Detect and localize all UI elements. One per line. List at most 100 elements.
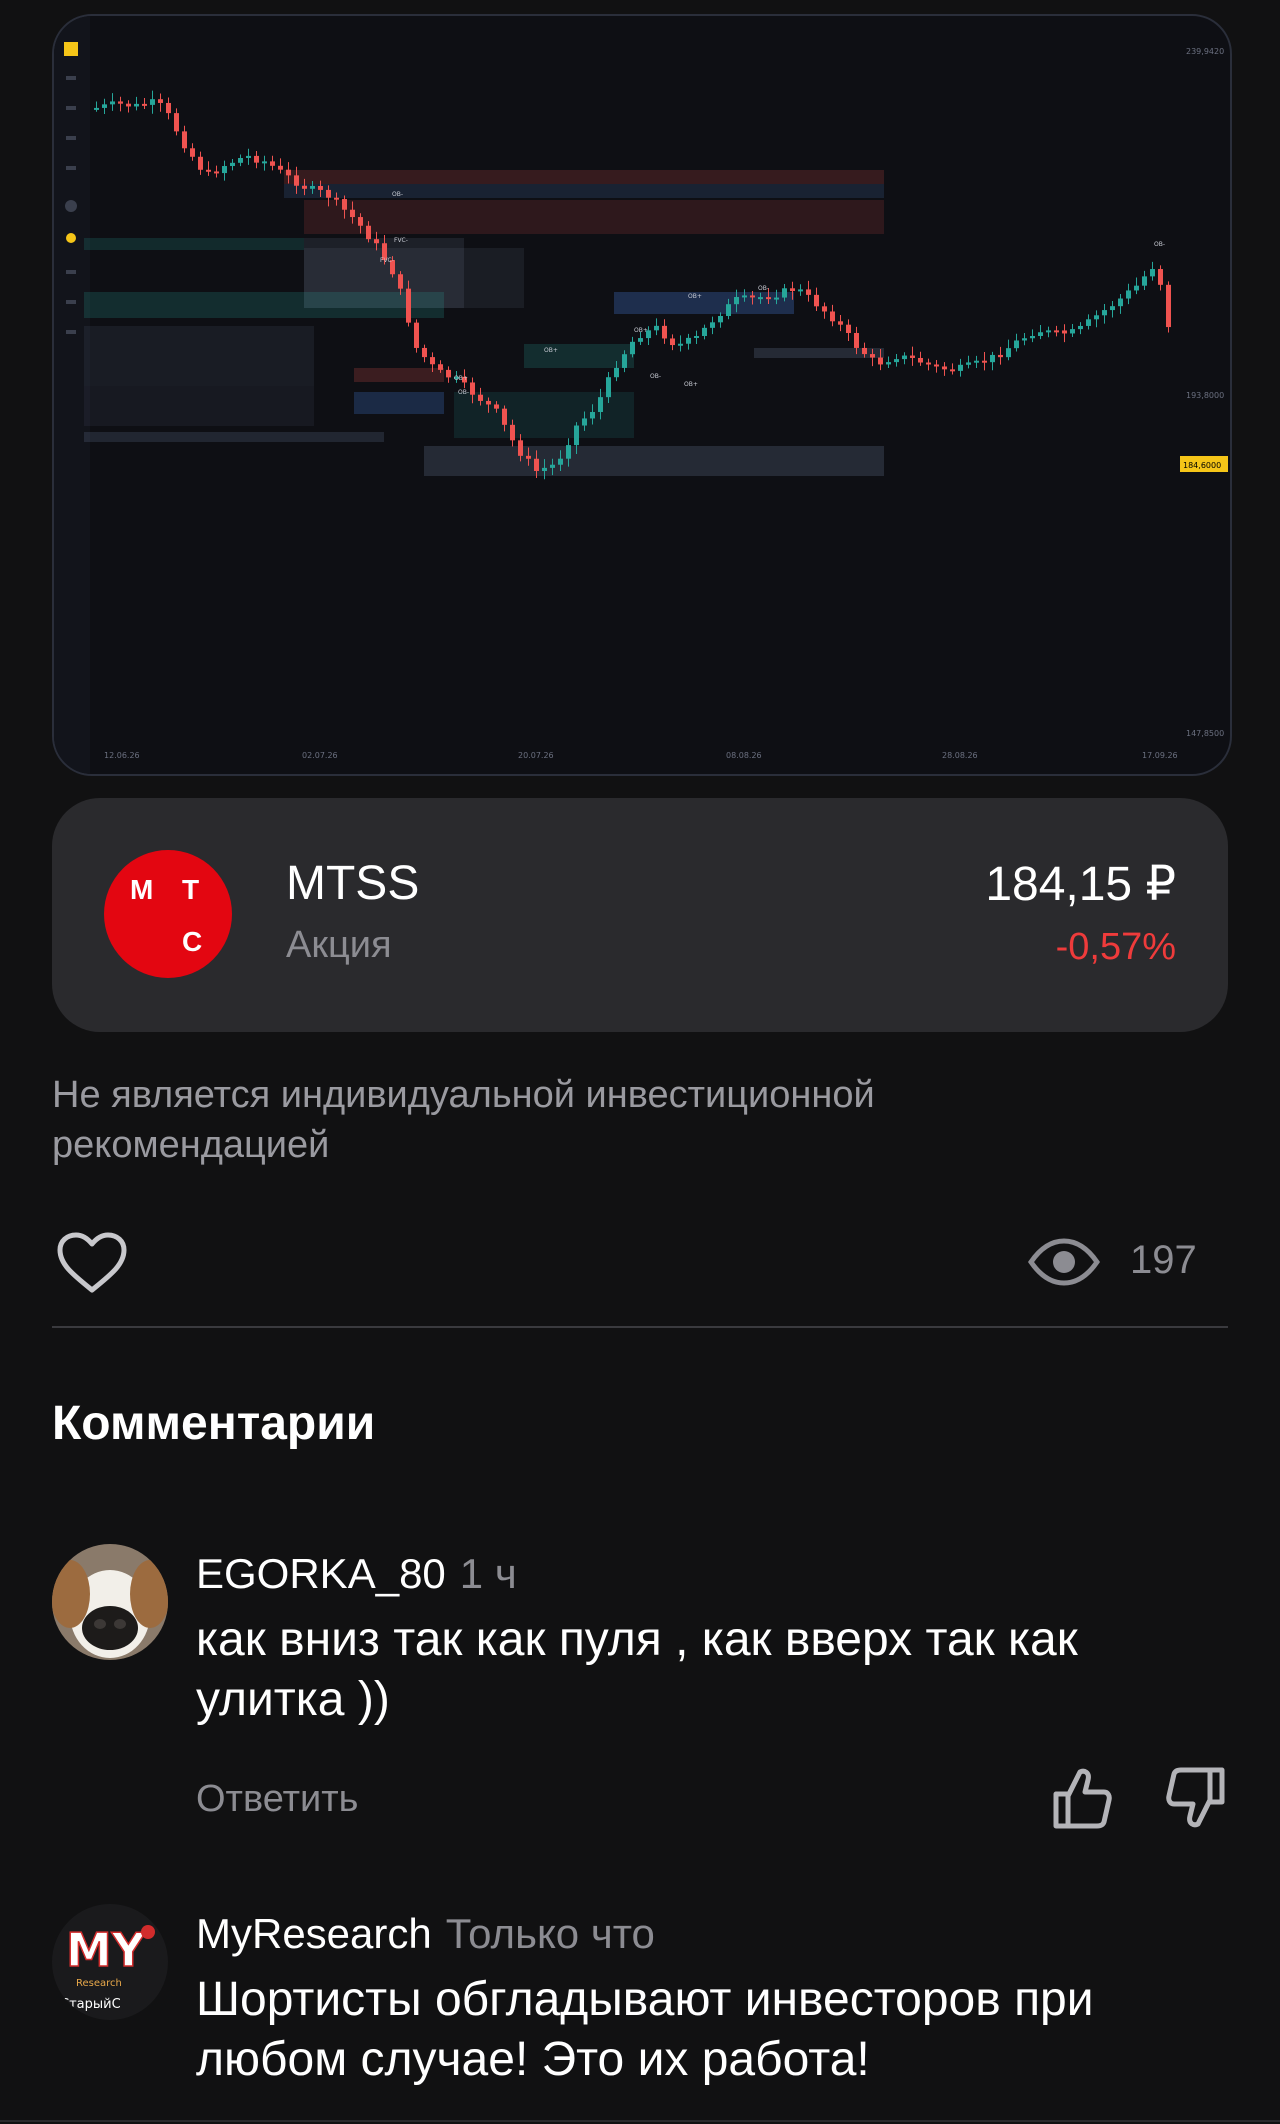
logo-letter: Т xyxy=(182,874,201,905)
candle-body xyxy=(1030,335,1035,339)
zone-label: FVC- xyxy=(380,257,394,264)
candle-body xyxy=(974,360,979,363)
candle-body xyxy=(1070,329,1075,334)
instrument-card[interactable]: М Т С MTSS Акция 184,15 ₽ -0,57% xyxy=(52,798,1228,1032)
candle-body xyxy=(470,382,475,395)
candle-body xyxy=(622,354,627,368)
avatar-logo-subtext: Research xyxy=(76,1978,122,1989)
candle-body xyxy=(550,464,555,468)
candle-body xyxy=(750,295,755,298)
candle-body xyxy=(694,336,699,339)
candle-body xyxy=(830,311,835,322)
candle-body xyxy=(710,322,715,328)
candle-body xyxy=(342,199,347,210)
comment-author-line: EGORKA_80 1 ч xyxy=(196,1550,517,1598)
date-label: 20.07.26 xyxy=(518,751,554,760)
chart-zone xyxy=(424,446,884,476)
candle-body xyxy=(1158,269,1163,285)
candle-body xyxy=(1150,269,1155,277)
candle-body xyxy=(158,99,163,103)
candle-body xyxy=(558,458,563,465)
candle-body xyxy=(742,295,747,298)
candle-body xyxy=(878,357,883,365)
candle-body xyxy=(422,347,427,358)
comment-author[interactable]: EGORKA_80 xyxy=(196,1550,446,1597)
candle-body xyxy=(526,455,531,459)
candle-body xyxy=(654,325,659,331)
instrument-price: 184,15 ₽ xyxy=(985,858,1176,911)
heart-icon xyxy=(57,1232,127,1293)
candle-body xyxy=(310,185,315,189)
mts-logo: М Т С xyxy=(104,850,232,978)
candle-body xyxy=(958,364,963,371)
candle-body xyxy=(542,467,547,471)
thumbs-down-icon[interactable] xyxy=(1166,1766,1226,1830)
candle-body xyxy=(182,131,187,149)
candle-body xyxy=(94,107,99,110)
candle-body xyxy=(902,355,907,360)
candle-body xyxy=(406,288,411,323)
avatar-caption: СтарыйС xyxy=(60,1997,121,2012)
candle-body xyxy=(326,189,331,198)
candle-body xyxy=(486,400,491,405)
zone-label: OB+ xyxy=(688,293,702,300)
candle-body xyxy=(1078,325,1083,330)
comments-heading: Комментарии xyxy=(52,1397,376,1450)
logo-letter: М xyxy=(130,874,155,905)
candle-body xyxy=(838,321,843,325)
instrument-type: Акция xyxy=(286,924,392,966)
comment-author[interactable]: MyResearch xyxy=(196,1910,432,1957)
candle-body xyxy=(190,148,195,157)
avatar[interactable] xyxy=(52,1544,168,1660)
candle-body xyxy=(510,424,515,441)
chart-zone xyxy=(354,368,444,382)
candle-body xyxy=(1006,348,1011,358)
comment-text: как вниз так как пуля , как вверх так ка… xyxy=(196,1613,1078,1726)
chart-zone xyxy=(354,392,444,414)
divider xyxy=(52,1326,1228,1328)
candle-body xyxy=(990,354,995,363)
date-label: 02.07.26 xyxy=(302,751,338,760)
zone-label: OB- xyxy=(650,373,661,380)
candle-body xyxy=(606,377,611,398)
zone-label: OB+ xyxy=(684,381,698,388)
candle-body xyxy=(174,113,179,132)
candle-body xyxy=(886,362,891,365)
candle-body xyxy=(1142,276,1147,286)
instrument-ticker: MTSS xyxy=(286,857,420,910)
candle-body xyxy=(1134,285,1139,291)
price-tag-label: 184,6000 xyxy=(1183,461,1221,470)
chart-image[interactable]: 184,6000 239,9420 193,8000 147,8500 12.0… xyxy=(52,14,1232,776)
chart-zone xyxy=(614,292,794,314)
zone-label: OB- xyxy=(1154,241,1165,248)
candle-body xyxy=(582,418,587,426)
candle-body xyxy=(910,355,915,358)
candle-body xyxy=(966,362,971,365)
candle-body xyxy=(214,171,219,174)
like-button[interactable] xyxy=(56,1232,128,1296)
chart-zone xyxy=(284,170,884,184)
candle-body xyxy=(1054,330,1059,333)
price-axis-bottom: 147,8500 xyxy=(1186,729,1224,738)
comment-text: Шортисты обгладывают инвесторов при любо… xyxy=(196,1973,1094,2086)
candle-body xyxy=(766,297,771,300)
chart-zone xyxy=(84,432,384,442)
candle-body xyxy=(166,102,171,114)
candlestick-chart: 184,6000 239,9420 193,8000 147,8500 12.0… xyxy=(54,16,1228,774)
candle-body xyxy=(286,169,291,176)
candle-body xyxy=(1110,306,1115,311)
candle-body xyxy=(254,155,259,163)
candle-body xyxy=(574,425,579,446)
candle-body xyxy=(222,166,227,174)
strawberry-icon xyxy=(141,1925,155,1939)
candle-body xyxy=(662,325,667,339)
candle-body xyxy=(854,332,859,348)
avatar[interactable]: MY Research СтарыйС xyxy=(52,1904,168,2020)
candle-body xyxy=(774,297,779,300)
thumbs-up-icon[interactable] xyxy=(1052,1766,1112,1830)
candle-body xyxy=(238,158,243,163)
chart-zone xyxy=(284,184,884,198)
price-axis-mid: 193,8000 xyxy=(1186,391,1224,400)
logo-letter: С xyxy=(182,926,204,957)
reply-button[interactable]: Ответить xyxy=(196,1778,358,1821)
